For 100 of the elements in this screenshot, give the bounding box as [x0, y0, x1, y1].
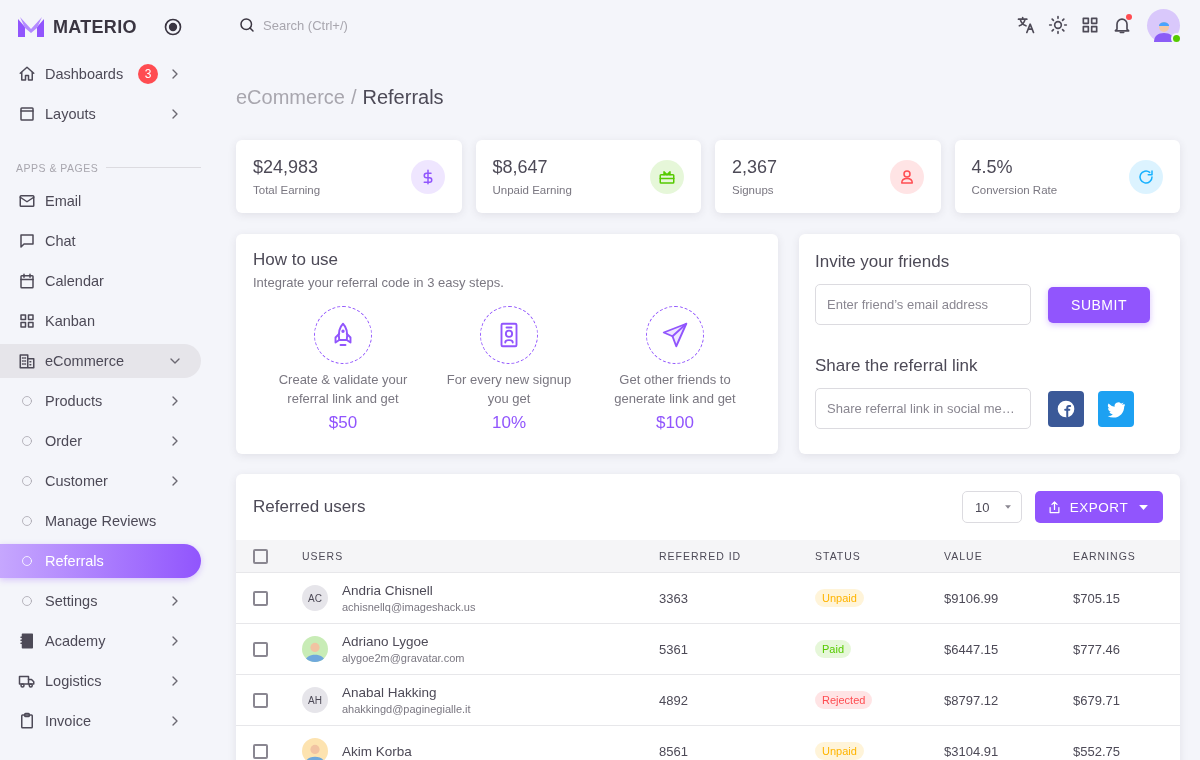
stat-value: 2,367	[732, 157, 779, 178]
circle-icon	[21, 595, 33, 607]
email-field[interactable]: Enter friend’s email address	[815, 284, 1031, 325]
section-label: APPS & PAGES	[16, 161, 99, 174]
step-description: Create & validate your referral link and get	[277, 371, 409, 408]
target-icon[interactable]	[163, 17, 183, 37]
translate-icon[interactable]	[1016, 15, 1036, 35]
checkbox[interactable]	[253, 548, 268, 564]
home-icon	[18, 65, 36, 83]
calendar-icon	[18, 272, 36, 290]
page-title: Referrals	[362, 86, 444, 108]
step-reward: 10%	[492, 413, 526, 433]
column-header: EARNINGS	[1057, 540, 1180, 573]
share-link-field[interactable]: Share referral link in social me…	[815, 388, 1031, 429]
table-cell: 4892	[643, 674, 799, 726]
count-badge: 3	[138, 64, 158, 84]
step-reward: $50	[328, 413, 358, 433]
column-header: REFERRED ID	[643, 540, 799, 573]
step-reward: $100	[656, 413, 694, 433]
circle-icon	[21, 395, 33, 407]
search-field[interactable]: Search (Ctrl+/)	[261, 15, 465, 35]
stat-label: Conversion Rate	[971, 184, 1059, 196]
stat-value: 4.5%	[971, 157, 1014, 178]
checkbox[interactable]	[253, 692, 268, 708]
sun-icon[interactable]	[1048, 15, 1068, 35]
nav-item[interactable]: Invoice	[0, 704, 201, 738]
export-button[interactable]: EXPORT	[1035, 491, 1163, 523]
user-email: ahakkingd@paginegialle.it	[342, 703, 471, 715]
nav-item[interactable]: Customer	[0, 464, 201, 498]
table-cell: $6447.15	[928, 623, 1057, 675]
logo-icon	[18, 17, 44, 37]
chat-icon	[18, 232, 36, 250]
status-chip: Unpaid	[815, 742, 864, 760]
status-chip: Rejected	[815, 691, 873, 709]
card-title: Referred users	[253, 497, 367, 517]
bell-icon[interactable]	[1112, 15, 1132, 35]
breadcrumb-separator: /	[350, 86, 357, 108]
nav-item[interactable]: Chat	[0, 224, 201, 258]
circle-icon	[21, 555, 33, 567]
nav-item[interactable]: Dashboards 3	[0, 57, 201, 91]
table-cell: $9106.99	[928, 572, 1057, 624]
nav-item[interactable]: Email	[0, 184, 201, 218]
nav-item[interactable]: Manage Reviews	[0, 504, 201, 538]
stat-value: $24,983	[253, 157, 320, 178]
column-header: STATUS	[799, 540, 928, 573]
table-cell: 8561	[643, 725, 799, 760]
search-icon	[238, 16, 256, 34]
upload-icon	[1046, 499, 1062, 515]
user-name: Akim Korba	[342, 743, 412, 759]
circle-icon	[21, 435, 33, 447]
table-cell: $679.71	[1057, 674, 1180, 726]
circle-icon	[21, 515, 33, 527]
user-email: achisnellq@imageshack.us	[342, 601, 476, 613]
stat-label: Signups	[732, 184, 775, 196]
nav-item[interactable]: Order	[0, 424, 201, 458]
column-header: VALUE	[928, 540, 1057, 573]
step-description: For every new signup you get	[445, 371, 573, 408]
grid-icon[interactable]	[1080, 15, 1100, 35]
person-silhouette-icon	[304, 641, 326, 662]
stat-label: Unpaid Earning	[492, 184, 573, 196]
nav-item[interactable]: Logistics	[0, 664, 201, 698]
card-subtitle: Integrate your referral code in 3 easy steps.	[253, 275, 505, 290]
table-cell: $552.75	[1057, 725, 1180, 760]
avatar: AH	[302, 687, 328, 713]
circle-icon	[21, 475, 33, 487]
avatar: AC	[302, 585, 328, 611]
status-chip: Paid	[815, 640, 852, 658]
checkbox[interactable]	[253, 590, 268, 606]
person-silhouette-icon	[304, 743, 326, 760]
table-cell: $8797.12	[928, 674, 1057, 726]
user-avatar[interactable]	[1147, 8, 1180, 42]
page-size-select[interactable]: 10	[962, 491, 1022, 523]
user-email: alygoe2m@gravatar.com	[342, 652, 465, 664]
building-icon	[18, 352, 36, 370]
checkbox[interactable]	[253, 743, 268, 759]
nav-item[interactable]: Layouts	[0, 97, 201, 131]
nav-item[interactable]: Kanban	[0, 304, 201, 338]
submit-button[interactable]: SUBMIT	[1048, 286, 1150, 323]
card-title: Invite your friends	[815, 252, 951, 272]
nav-item[interactable]: eCommerce	[0, 344, 201, 378]
book-icon	[18, 632, 36, 650]
clipboard-icon	[18, 712, 36, 730]
stat-value: $8,647	[492, 157, 549, 178]
share-button[interactable]	[1098, 390, 1134, 427]
share-button[interactable]	[1048, 390, 1084, 427]
mail-icon	[18, 192, 36, 210]
f-logo-icon	[1056, 398, 1076, 419]
column-header: USERS	[286, 540, 643, 573]
nav-item[interactable]: Products	[0, 384, 201, 418]
table-cell: $705.15	[1057, 572, 1180, 624]
checkbox[interactable]	[253, 641, 268, 657]
user-name: Anabal Hakking	[342, 685, 438, 700]
brand-name: MATERIO	[53, 16, 137, 38]
card-title: Share the referral link	[815, 356, 979, 376]
table-cell: 5361	[643, 623, 799, 675]
nav-item[interactable]: Calendar	[0, 264, 201, 298]
nav-item[interactable]: Settings	[0, 584, 201, 618]
nav-item[interactable]: Academy	[0, 624, 201, 658]
user-name: Adriano Lygoe	[342, 634, 430, 649]
step-description: Get other friends to generate link and get	[613, 371, 737, 408]
